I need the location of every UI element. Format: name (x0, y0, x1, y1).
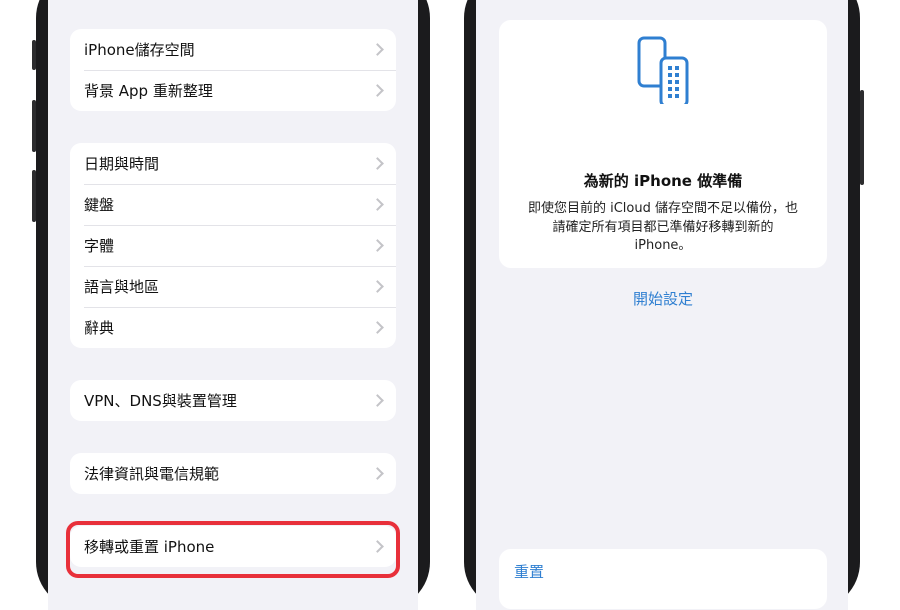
chevron-right-icon (371, 42, 384, 56)
chevron-right-icon (371, 238, 384, 252)
left-phone-frame: iPhone儲存空間 背景 App 重新整理 日期與時間 鍵盤 字體 語言與地區… (32, 0, 430, 610)
settings-row-label: 鍵盤 (84, 196, 115, 214)
prepare-new-iphone-card: 為新的 iPhone 做準備 即使您目前的 iCloud 儲存空間不足以備份，也… (499, 20, 827, 308)
settings-group-legal: 法律資訊與電信規範 (70, 453, 396, 494)
left-phone-screen: iPhone儲存空間 背景 App 重新整理 日期與時間 鍵盤 字體 語言與地區… (48, 0, 418, 610)
reset-group: 重置 (499, 549, 827, 609)
settings-row-keyboard[interactable]: 鍵盤 (70, 184, 396, 225)
settings-row-fonts[interactable]: 字體 (70, 225, 396, 266)
chevron-right-icon (371, 466, 384, 480)
chevron-right-icon (371, 393, 384, 407)
chevron-right-icon (371, 320, 384, 334)
right-phone-power-button (860, 90, 864, 185)
left-phone-volume-up (32, 100, 36, 152)
chevron-right-icon (371, 197, 384, 211)
settings-row-date-time[interactable]: 日期與時間 (70, 143, 396, 184)
card-description-line: iPhone。 (634, 238, 692, 253)
right-phone-screen: 為新的 iPhone 做準備 即使您目前的 iCloud 儲存空間不足以備份，也… (476, 0, 848, 610)
card-description-line: 即使您目前的 iCloud 儲存空間不足以備份，也 (527, 201, 798, 216)
settings-row-label: 辭典 (84, 319, 115, 337)
chevron-right-icon (371, 83, 384, 97)
settings-row-dictionary[interactable]: 辭典 (70, 307, 396, 348)
settings-row-label: VPN、DNS與裝置管理 (84, 392, 237, 410)
card-description: 即使您目前的 iCloud 儲存空間不足以備份，也 請確定所有項目都已準備好移轉… (515, 200, 811, 256)
right-phone-frame: 為新的 iPhone 做準備 即使您目前的 iCloud 儲存空間不足以備份，也… (464, 0, 864, 610)
settings-group-locale: 日期與時間 鍵盤 字體 語言與地區 辭典 (70, 143, 396, 348)
highlight-outline (66, 521, 400, 578)
settings-row-label: iPhone儲存空間 (84, 41, 195, 59)
settings-row-label: 日期與時間 (84, 155, 160, 173)
settings-group-vpn: VPN、DNS與裝置管理 (70, 380, 396, 421)
left-phone-volume-down (32, 170, 36, 222)
card-description-line: 請確定所有項目都已準備好移轉到新的 (552, 219, 774, 235)
settings-row-label: 法律資訊與電信規範 (84, 465, 220, 483)
reset-button[interactable]: 重置 (514, 561, 544, 582)
chevron-right-icon (371, 156, 384, 170)
settings-row-background-app-refresh[interactable]: 背景 App 重新整理 (70, 70, 396, 111)
card-title: 為新的 iPhone 做準備 (583, 172, 743, 190)
settings-row-label: 背景 App 重新整理 (84, 82, 213, 100)
settings-row-language-region[interactable]: 語言與地區 (70, 266, 396, 307)
settings-group-storage: iPhone儲存空間 背景 App 重新整理 (70, 29, 396, 111)
settings-row-label: 字體 (84, 237, 115, 255)
get-started-link[interactable]: 開始設定 (499, 288, 827, 309)
left-phone-silent-switch (32, 40, 36, 70)
settings-row-vpn-device-management[interactable]: VPN、DNS與裝置管理 (70, 380, 396, 421)
settings-row-label: 語言與地區 (84, 278, 160, 296)
settings-row-iphone-storage[interactable]: iPhone儲存空間 (70, 29, 396, 70)
two-phones-icon (637, 36, 689, 104)
chevron-right-icon (371, 279, 384, 293)
settings-row-legal-regulatory[interactable]: 法律資訊與電信規範 (70, 453, 396, 494)
